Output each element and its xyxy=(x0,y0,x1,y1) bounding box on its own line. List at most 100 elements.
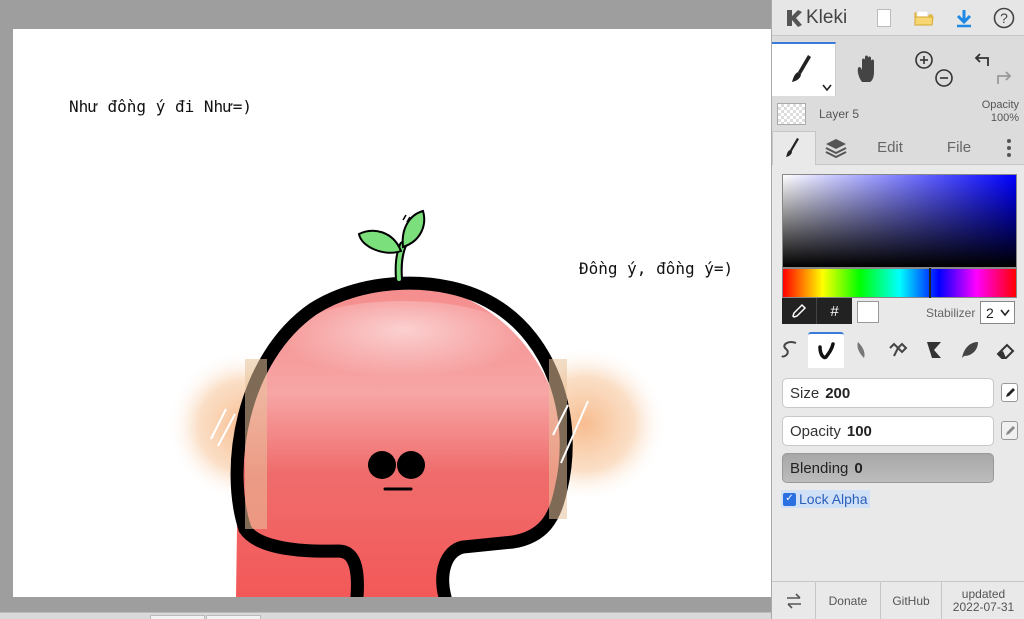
chevron-down-icon xyxy=(822,84,832,92)
updated-date: 2022-07-31 xyxy=(952,600,1015,614)
brush-blending-slider[interactable]: Blending 0 xyxy=(782,453,994,483)
hand-tool-button[interactable] xyxy=(836,42,900,96)
hue-slider-handle[interactable] xyxy=(929,268,931,298)
lock-alpha-checkbox[interactable]: ✓ Lock Alpha xyxy=(781,490,870,508)
brush-settings-panel: # Stabilizer 2 Size 200 Opacity 100 Blen… xyxy=(772,165,1024,581)
hue-slider[interactable] xyxy=(782,268,1017,298)
open-file-button[interactable] xyxy=(904,0,944,36)
brush-type-row xyxy=(772,332,1024,368)
brush-icon xyxy=(791,55,811,82)
tab-brush[interactable] xyxy=(772,130,816,165)
lock-alpha-label: Lock Alpha xyxy=(799,491,868,507)
save-download-button[interactable] xyxy=(944,0,984,36)
brush-tool-button[interactable] xyxy=(772,42,836,96)
new-image-button[interactable] xyxy=(864,0,904,36)
zoom-controls xyxy=(900,42,962,96)
app-name: Kleki xyxy=(806,6,848,28)
history-controls xyxy=(962,42,1024,96)
current-layer-row[interactable]: Layer 5 Opacity 100% xyxy=(772,98,1024,130)
layer-opacity-label: Opacity xyxy=(981,99,1019,111)
kleki-app: Như đồng ý đi Như=) Đồng ý, đồng ý=) Kle… xyxy=(0,0,1024,619)
opacity-value: 100 xyxy=(846,422,872,440)
size-pressure-toggle[interactable] xyxy=(1001,383,1018,402)
brush-type-pen[interactable] xyxy=(808,332,844,368)
brush-icon xyxy=(786,138,799,157)
zoom-in-icon[interactable] xyxy=(914,50,934,70)
sketchy-brush-icon xyxy=(781,341,797,358)
updated-info[interactable]: updated 2022-07-31 xyxy=(942,582,1024,619)
layers-icon xyxy=(825,138,847,158)
eyedropper-button[interactable] xyxy=(782,298,817,324)
size-label: Size xyxy=(790,384,820,402)
side-panel: Kleki ? Layer 5 Opacity 100% Edit File #… xyxy=(771,0,1024,619)
undo-icon[interactable] xyxy=(972,50,992,70)
folder-icon xyxy=(914,10,934,25)
color-tools: # xyxy=(782,298,852,324)
chevron-down-icon xyxy=(1000,309,1010,316)
bottom-strip xyxy=(0,612,771,619)
brush-type-chemy[interactable] xyxy=(916,332,952,368)
brush-size-slider[interactable]: Size 200 xyxy=(782,378,994,408)
canvas-text-1: Như đồng ý đi Như=) xyxy=(69,97,253,116)
stabilizer-value: 2 xyxy=(986,304,994,321)
tab-file[interactable]: File xyxy=(924,131,994,165)
kleki-logo-icon xyxy=(787,9,802,27)
tab-layers[interactable] xyxy=(816,131,856,165)
swap-side-button[interactable] xyxy=(772,582,816,619)
chemy-brush-icon xyxy=(927,342,941,358)
tool-row xyxy=(772,42,1024,96)
kleki-logo: Kleki xyxy=(784,7,864,29)
github-link[interactable]: GitHub xyxy=(881,582,942,619)
download-icon xyxy=(956,9,972,27)
opacity-label: Opacity xyxy=(790,422,841,440)
pen-pressure-icon xyxy=(1005,387,1015,397)
layer-name: Layer 5 xyxy=(819,107,860,121)
drawing-canvas[interactable]: Như đồng ý đi Như=) Đồng ý, đồng ý=) xyxy=(13,29,771,597)
sprout-leaf-left xyxy=(357,229,403,254)
brush-type-blend[interactable] xyxy=(844,332,880,368)
stabilizer-select[interactable]: 2 xyxy=(980,301,1015,324)
tab-edit[interactable]: Edit xyxy=(856,131,924,165)
stabilizer-label: Stabilizer xyxy=(926,306,976,320)
canvas-text-2: Đồng ý, đồng ý=) xyxy=(579,259,734,278)
blending-value: 0 xyxy=(854,459,863,477)
color-saturation-value-picker[interactable] xyxy=(782,174,1017,268)
smudge-brush-icon xyxy=(962,342,978,358)
right-eye xyxy=(397,451,425,479)
panel-footer: Donate GitHub updated 2022-07-31 xyxy=(772,581,1024,619)
hand-icon xyxy=(857,55,874,82)
layer-opacity-value: 100% xyxy=(990,112,1019,124)
help-icon: ? xyxy=(993,7,1015,28)
size-value: 200 xyxy=(825,384,851,402)
pen-brush-icon xyxy=(818,342,835,360)
pen-pressure-icon xyxy=(1005,425,1015,435)
top-bar: Kleki ? xyxy=(772,0,1024,36)
pixel-brush-icon xyxy=(889,342,908,357)
hex-input-button[interactable]: # xyxy=(817,298,852,324)
layer-opacity: Opacity 100% xyxy=(982,99,1019,125)
left-eye xyxy=(368,451,396,479)
brush-opacity-slider[interactable]: Opacity 100 xyxy=(782,416,994,446)
brush-type-eraser[interactable] xyxy=(988,332,1024,368)
eyedropper-icon xyxy=(792,303,807,318)
brush-type-sketchy[interactable] xyxy=(772,332,808,368)
opacity-pressure-toggle[interactable] xyxy=(1001,421,1018,440)
panel-tabs: Edit File xyxy=(772,130,1024,165)
canvas-workspace[interactable]: Như đồng ý đi Như=) Đồng ý, đồng ý=) xyxy=(0,0,771,619)
help-button[interactable]: ? xyxy=(984,0,1024,36)
donate-link[interactable]: Donate xyxy=(816,582,881,619)
blend-brush-icon xyxy=(857,342,865,358)
layer-thumbnail xyxy=(777,103,806,125)
checkbox-checked-icon: ✓ xyxy=(783,492,796,506)
more-options-button[interactable] xyxy=(994,131,1024,165)
brush-type-smudge[interactable] xyxy=(952,332,988,368)
swap-arrows-icon xyxy=(786,593,801,609)
brush-type-pixel[interactable] xyxy=(880,332,916,368)
redo-icon[interactable] xyxy=(994,68,1014,88)
blending-label: Blending xyxy=(790,459,849,477)
more-vertical-icon xyxy=(1007,138,1011,157)
new-file-icon xyxy=(877,8,891,27)
eraser-icon xyxy=(996,343,1015,359)
zoom-out-icon[interactable] xyxy=(934,68,954,88)
current-color-swatch[interactable] xyxy=(857,301,879,323)
